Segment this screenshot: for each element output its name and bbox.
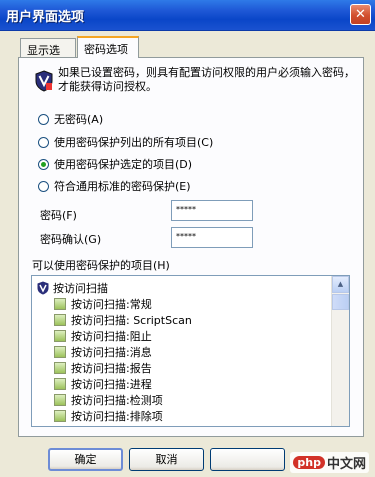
shield-icon	[37, 281, 49, 295]
checkbox-icon[interactable]	[54, 394, 66, 406]
radio-button[interactable]	[38, 180, 49, 192]
list-item[interactable]: 按访问扫描:阻止	[54, 328, 152, 344]
list-item[interactable]: 按访问扫描:常规	[54, 296, 152, 312]
watermark-text: 中文网	[326, 457, 366, 472]
watermark-logo: php	[293, 456, 325, 469]
close-icon: ✕	[355, 7, 366, 22]
tab-display-options[interactable]: 显示选项	[20, 38, 76, 73]
window-title: 用户界面选项	[6, 10, 85, 25]
list-item[interactable]: 按访问扫描:检测项	[54, 392, 163, 408]
list-item-label: 按访问扫描:消息	[71, 346, 152, 359]
password-field[interactable]: *****	[171, 200, 253, 221]
tab-label: 密码选项	[84, 43, 128, 56]
radio-protect-all[interactable]: 使用密码保护列出的所有项目(C)	[38, 134, 213, 150]
list-item[interactable]: 按访问扫描:进程	[54, 376, 152, 392]
list-scrollbar[interactable]: ▲	[331, 276, 349, 426]
list-item[interactable]: 按访问扫描:排除项	[54, 408, 163, 424]
scroll-thumb[interactable]	[332, 294, 349, 310]
list-item-label: 按访问扫描:报告	[71, 362, 152, 375]
list-item-label: 按访问扫描:阻止	[71, 330, 152, 343]
list-root-label: 按访问扫描	[53, 282, 108, 295]
list-root-item[interactable]: 按访问扫描	[37, 280, 108, 296]
checkbox-icon[interactable]	[54, 378, 66, 390]
list-item-label: 按访问扫描:常规	[71, 298, 152, 311]
confirm-password-field[interactable]: *****	[171, 227, 253, 248]
radio-label: 使用密码保护选定的项目(D)	[54, 158, 193, 171]
checkbox-icon[interactable]	[54, 410, 66, 422]
confirm-password-label: 密码确认(G)	[40, 233, 102, 246]
list-item[interactable]: 按访问扫描:报告	[54, 360, 152, 376]
tab-password-options[interactable]: 密码选项	[77, 36, 139, 58]
cancel-button[interactable]: 取消	[129, 448, 204, 471]
protected-items-list[interactable]: 按访问扫描 按访问扫描:常规 按访问扫描: ScriptScan 按访问扫描:阻…	[31, 275, 350, 427]
title-bar: 用户界面选项 ✕	[0, 0, 375, 31]
protected-items-label: 可以使用密码保护的项目(H)	[32, 259, 170, 272]
radio-label: 使用密码保护列出的所有项目(C)	[54, 136, 214, 149]
password-description: 如果已设置密码，则具有配置访问权限的用户必须输入密码，才能获得访问授权。	[58, 66, 355, 93]
ok-button[interactable]: 确定	[48, 448, 123, 471]
list-item-label: 按访问扫描:检测项	[71, 394, 163, 407]
password-label: 密码(F)	[40, 209, 77, 222]
watermark: php 中文网	[290, 452, 369, 473]
scroll-up-icon[interactable]: ▲	[332, 276, 349, 293]
checkbox-icon[interactable]	[54, 314, 66, 326]
checkbox-icon[interactable]	[54, 346, 66, 358]
radio-label: 无密码(A)	[54, 113, 104, 126]
list-item-label: 按访问扫描:排除项	[71, 410, 163, 423]
radio-button-checked[interactable]	[38, 158, 49, 170]
radio-label: 符合通用标准的密码保护(E)	[54, 180, 191, 193]
apply-button[interactable]	[210, 448, 285, 471]
list-item-label: 按访问扫描:进程	[71, 378, 152, 391]
list-item-label: 按访问扫描: ScriptScan	[71, 314, 192, 327]
checkbox-icon[interactable]	[54, 362, 66, 374]
shield-icon	[35, 70, 53, 92]
close-button[interactable]: ✕	[350, 4, 371, 25]
radio-protect-selected[interactable]: 使用密码保护选定的项目(D)	[38, 156, 192, 172]
radio-button[interactable]	[38, 113, 49, 125]
checkbox-icon[interactable]	[54, 298, 66, 310]
checkbox-icon[interactable]	[54, 330, 66, 342]
radio-no-password[interactable]: 无密码(A)	[38, 111, 103, 127]
list-item[interactable]: 按访问扫描:消息	[54, 344, 152, 360]
radio-common-criteria[interactable]: 符合通用标准的密码保护(E)	[38, 178, 191, 194]
radio-button[interactable]	[38, 136, 49, 148]
list-item[interactable]: 按访问扫描: ScriptScan	[54, 312, 192, 328]
